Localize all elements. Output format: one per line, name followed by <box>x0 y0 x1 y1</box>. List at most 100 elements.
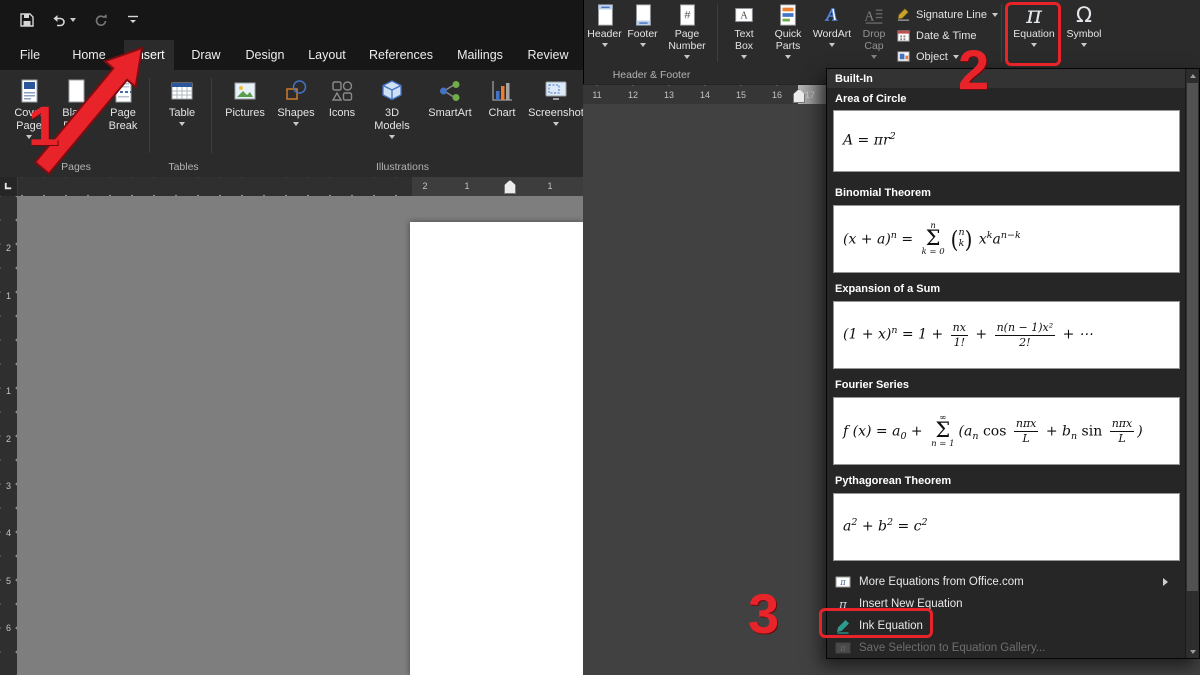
ruler-number: 15 <box>735 90 747 100</box>
save-selection-icon: π <box>835 640 851 656</box>
date-time-icon <box>895 28 911 44</box>
shapes-icon <box>283 77 309 105</box>
svg-text:π: π <box>839 578 846 587</box>
gallery-item-fourier-series[interactable]: f (x) = a0 + ∞Σn = 1(an cos nπxL + bn si… <box>833 397 1180 465</box>
ruler-number: 3 <box>0 481 17 491</box>
chevron-down-icon <box>992 13 998 17</box>
step-3-label: 3 <box>748 586 779 642</box>
drop-cap-icon: A <box>862 3 886 27</box>
scrollbar-thumb[interactable] <box>1187 83 1198 591</box>
header-button[interactable]: Header <box>586 1 623 65</box>
ruler-number: 1 <box>0 386 17 396</box>
svg-text:#: # <box>684 10 691 22</box>
ruler-number: 12 <box>627 90 639 100</box>
chevron-down-icon <box>829 43 835 47</box>
icons-icon <box>329 77 355 105</box>
screenshot-button[interactable]: Screenshot <box>526 74 586 160</box>
chevron-down-icon <box>741 55 747 59</box>
screenshot-icon <box>543 77 569 105</box>
3d-models-icon <box>379 77 405 105</box>
ruler-number: 1 <box>0 291 17 301</box>
ruler-number: 14 <box>699 90 711 100</box>
svg-text:A: A <box>740 11 748 22</box>
group-label-header-footer: Header & Footer <box>586 69 717 81</box>
equation-gallery-dropdown: Built-In Area of Circle A = πr2 Binomial… <box>826 68 1200 659</box>
tab-review[interactable]: Review <box>520 40 576 70</box>
ruler-number: 11 <box>591 90 603 100</box>
equation-preview: (x + a)n = nΣk = 0(nk) xkan−k <box>843 222 1021 257</box>
gallery-item-name: Expansion of a Sum <box>835 283 940 295</box>
chevron-down-icon <box>1081 43 1087 47</box>
page-number-icon: # <box>675 3 699 27</box>
3d-models-button[interactable]: 3D Models <box>364 74 420 160</box>
word-window: File Home Insert Draw Design Layout Refe… <box>0 0 1200 675</box>
chevron-down-icon <box>785 55 791 59</box>
smartart-button[interactable]: SmartArt <box>422 74 478 160</box>
chevron-down-icon <box>871 55 877 59</box>
menu-item-label: More Equations from Office.com <box>859 576 1024 588</box>
scroll-down-icon[interactable] <box>1186 645 1199 658</box>
step-2-label: 2 <box>958 42 989 98</box>
group-label-illustrations: Illustrations <box>219 161 586 173</box>
object-label: Object <box>916 51 948 63</box>
chart-button[interactable]: Chart <box>479 74 525 160</box>
equation-highlight-box <box>1005 2 1061 66</box>
group-divider <box>717 4 718 62</box>
ruler-number: 6 <box>0 623 17 633</box>
menu-item-more-equations[interactable]: π More Equations from Office.com <box>827 571 1186 593</box>
pictures-icon <box>232 77 258 105</box>
gallery-item-pythagorean-theorem[interactable]: a2 + b2 = c2 <box>833 493 1180 561</box>
step-1-label: 1 <box>28 98 59 154</box>
signature-line-button[interactable]: Signature Line <box>895 5 998 24</box>
chevron-down-icon <box>293 122 299 126</box>
tab-layout[interactable]: Layout <box>300 40 354 70</box>
footer-icon <box>631 3 655 27</box>
menu-item-label: Save Selection to Equation Gallery... <box>859 642 1045 654</box>
ruler-number: 2 <box>0 243 17 253</box>
page-number-button[interactable]: # Page Number <box>662 1 712 65</box>
svg-text:A: A <box>864 9 874 24</box>
pictures-button[interactable]: Pictures <box>219 74 271 160</box>
tab-mailings[interactable]: Mailings <box>448 40 512 70</box>
footer-button[interactable]: Footer <box>624 1 661 65</box>
ruler-number: 16 <box>771 90 783 100</box>
chevron-down-icon <box>640 43 646 47</box>
vertical-ruler: 2 1 1 2 3 4 5 6 <box>0 196 18 675</box>
more-equations-icon: π <box>835 574 851 590</box>
icons-button[interactable]: Icons <box>321 74 363 160</box>
gallery-item-expansion-of-a-sum[interactable]: (1 + x)n = 1 + nx1! + n(n − 1)x²2! + ⋯ <box>833 301 1180 369</box>
equation-preview: f (x) = a0 + ∞Σn = 1(an cos nπxL + bn si… <box>843 414 1143 449</box>
scroll-up-icon[interactable] <box>1186 69 1199 82</box>
shapes-button[interactable]: Shapes <box>272 74 320 160</box>
ruler-number: 5 <box>0 576 17 586</box>
quick-parts-button[interactable]: Quick Parts <box>767 1 809 65</box>
smartart-icon <box>437 77 463 105</box>
gallery-item-binomial-theorem[interactable]: (x + a)n = nΣk = 0(nk) xkan−k <box>833 205 1180 273</box>
ruler-number: 4 <box>0 528 17 538</box>
ink-equation-highlight-box <box>819 608 933 638</box>
object-button[interactable]: Object <box>895 47 959 66</box>
tab-references[interactable]: References <box>362 40 440 70</box>
wordart-button[interactable]: A WordArt <box>811 1 853 65</box>
ruler-number: 13 <box>663 90 675 100</box>
gallery-item-name: Area of Circle <box>835 93 907 105</box>
gallery-item-name: Fourier Series <box>835 379 909 391</box>
group-divider <box>1001 4 1002 62</box>
equation-preview: (1 + x)n = 1 + nx1! + n(n − 1)x²2! + ⋯ <box>843 321 1093 348</box>
equation-preview: A = πr2 <box>843 131 896 150</box>
text-box-button[interactable]: A Text Box <box>723 1 765 65</box>
text-box-icon: A <box>732 3 756 27</box>
wordart-icon: A <box>820 3 844 27</box>
drop-cap-button: A Drop Cap <box>853 1 895 65</box>
symbol-omega-icon: Ω <box>1076 3 1092 27</box>
object-icon <box>895 49 911 65</box>
chevron-down-icon <box>553 122 559 126</box>
ruler-number: 2 <box>0 434 17 444</box>
symbol-button[interactable]: Ω Symbol <box>1061 1 1107 65</box>
dropdown-scrollbar[interactable] <box>1185 69 1199 658</box>
gallery-item-area-of-circle[interactable]: A = πr2 <box>833 110 1180 172</box>
builtin-section-header: Built-In <box>827 69 1186 88</box>
document-page[interactable] <box>410 222 583 675</box>
tab-design[interactable]: Design <box>238 40 292 70</box>
chevron-down-icon <box>389 135 395 139</box>
